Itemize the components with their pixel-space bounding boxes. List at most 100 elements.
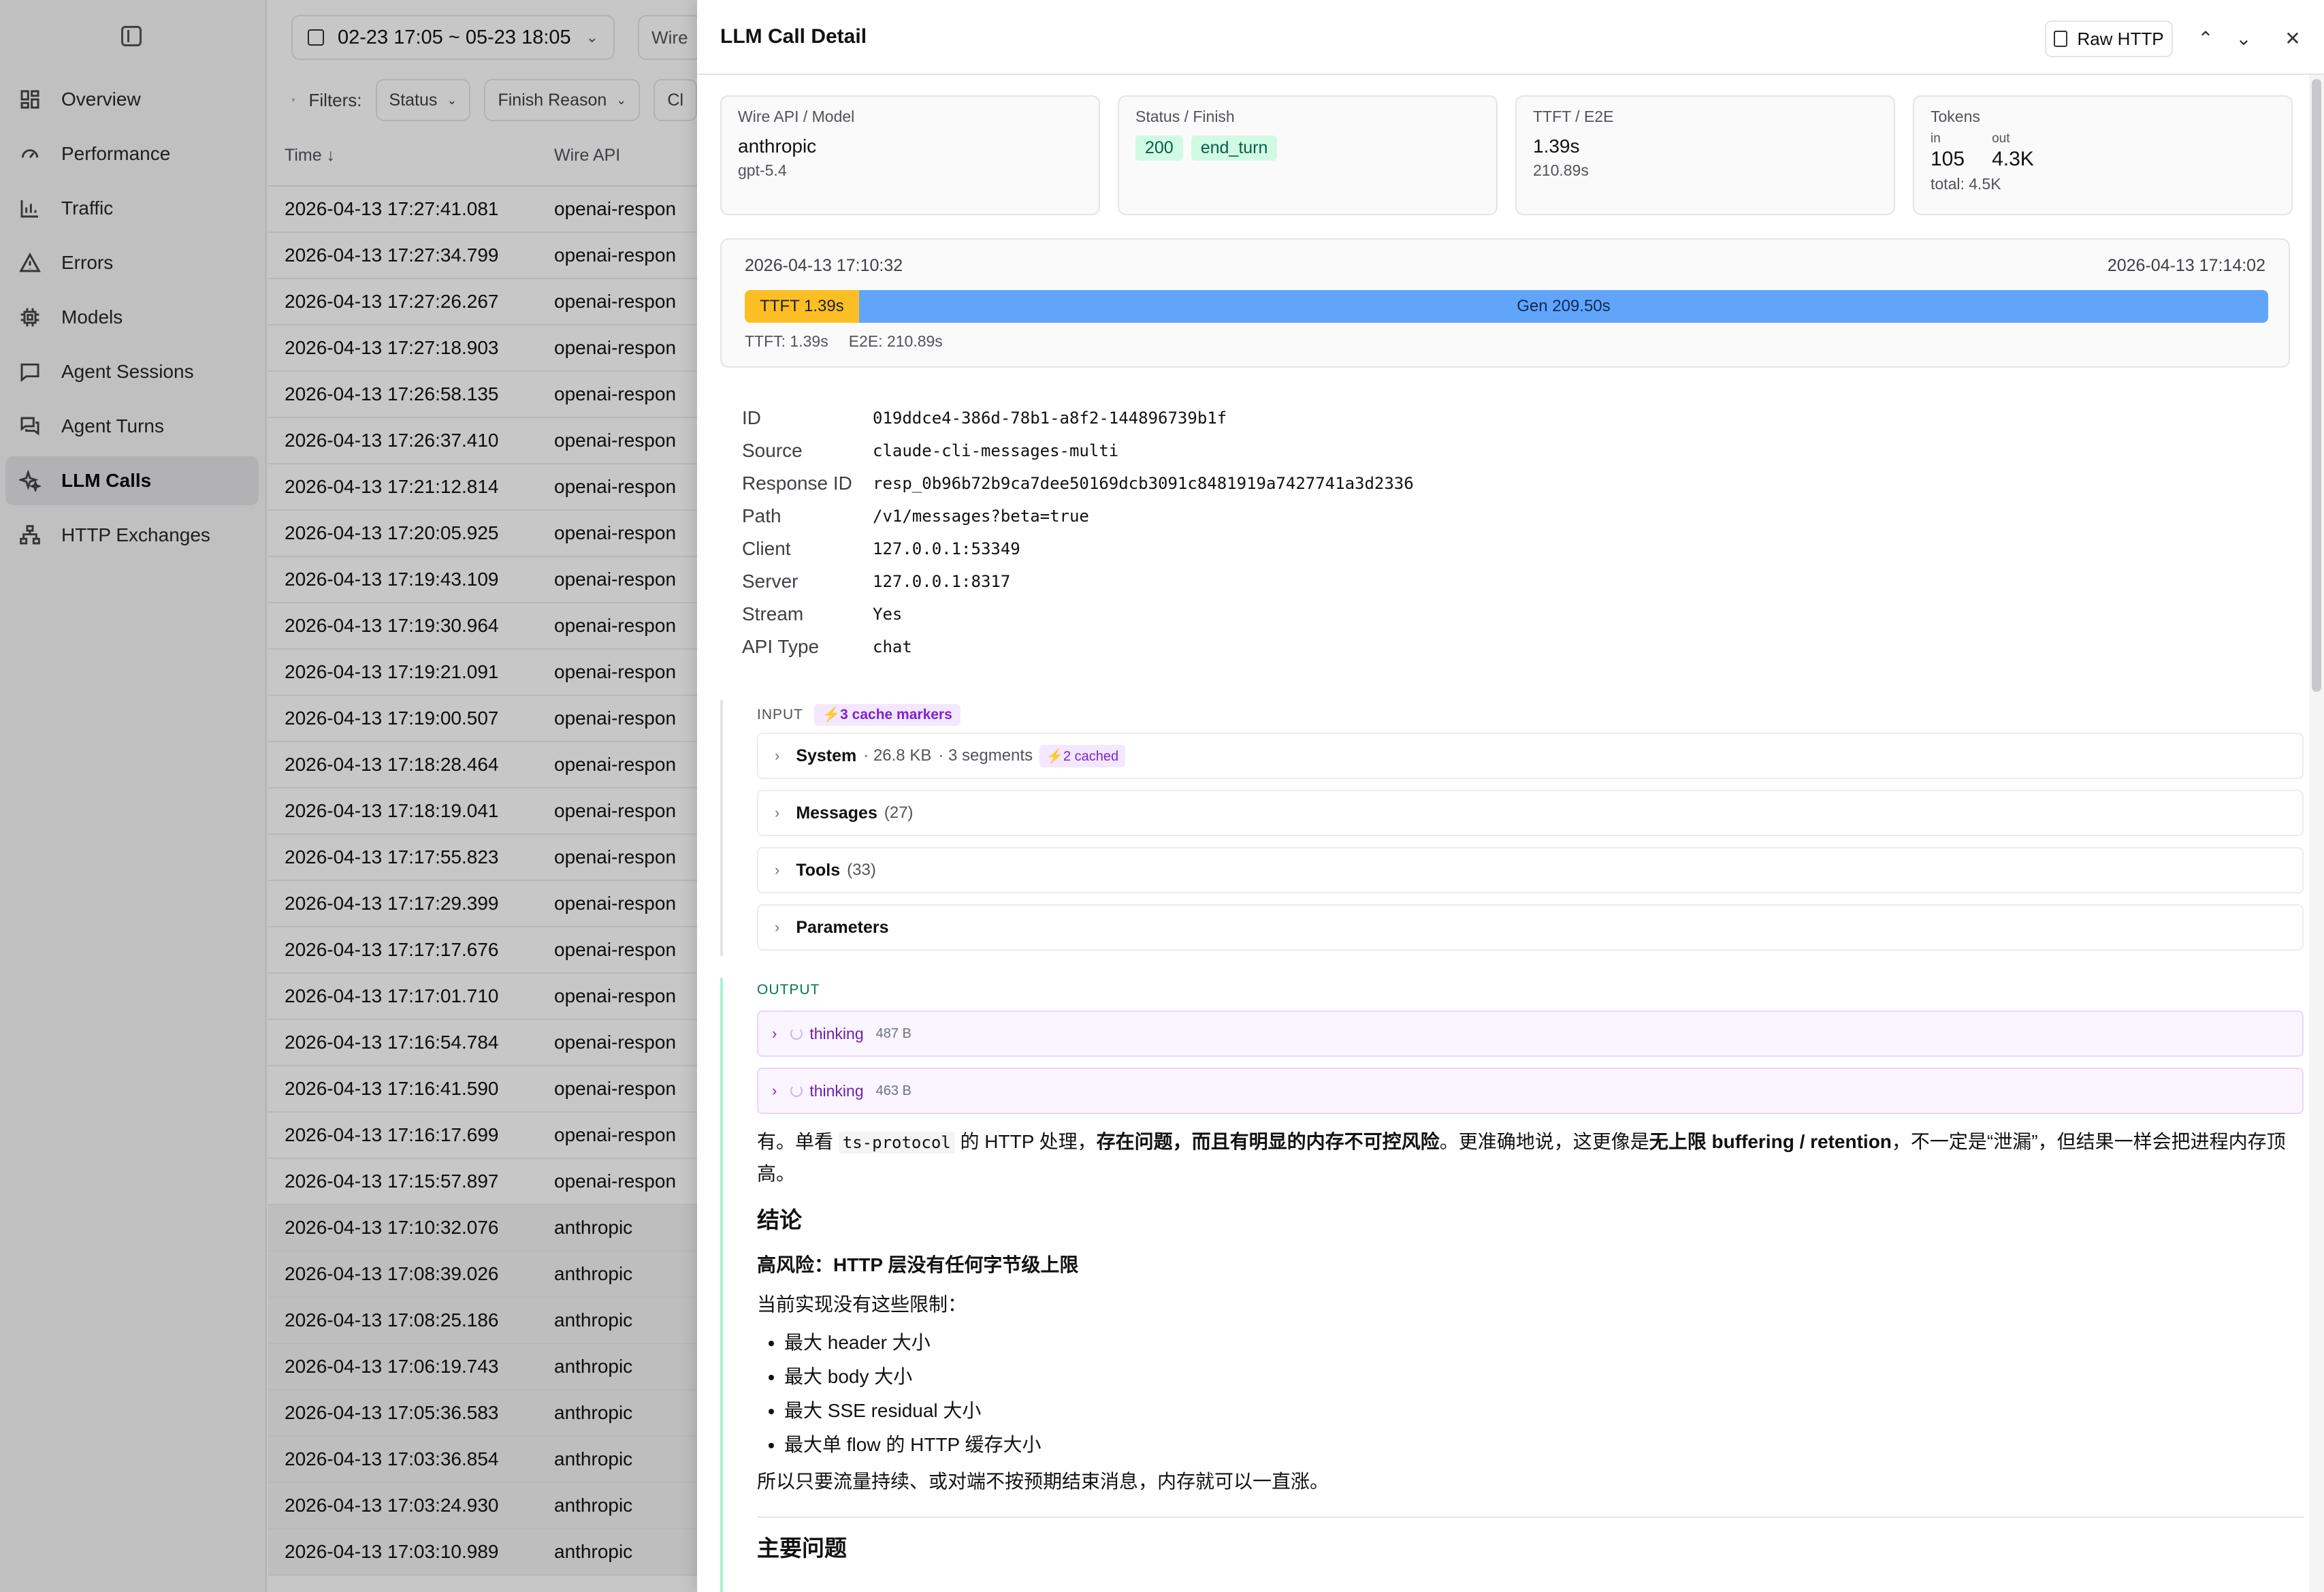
- status-code-badge: 200: [1135, 136, 1183, 161]
- table-row[interactable]: 2026-04-13 17:19:00.507 openai-respon: [268, 696, 697, 742]
- table-row[interactable]: 2026-04-13 17:19:30.964 openai-respon: [268, 603, 697, 650]
- table-row[interactable]: 2026-04-13 17:17:55.823 openai-respon: [268, 835, 697, 881]
- chevron-down-icon[interactable]: ⌄: [2229, 23, 2259, 53]
- table-row[interactable]: 2026-04-13 17:17:29.399 openai-respon: [268, 881, 697, 927]
- property-value[interactable]: 019ddce4-386d-78b1-a8f2-144896739b1f: [873, 409, 1227, 428]
- property-value[interactable]: claude-cli-messages-multi: [873, 441, 1118, 460]
- parameters-accordion[interactable]: › Parameters: [757, 904, 2304, 951]
- property-value[interactable]: chat: [873, 637, 912, 656]
- tools-count: (33): [847, 861, 876, 879]
- card-status-finish: Status / Finish 200 end_turn: [1118, 95, 1498, 215]
- cell-time: 2026-04-13 17:19:00.507: [285, 707, 499, 729]
- sidebar-collapse-icon[interactable]: [121, 26, 142, 46]
- table-row[interactable]: 2026-04-13 17:05:36.583 anthropic: [268, 1390, 697, 1437]
- llm-calls-list: 02-23 17:05 ~ 05-23 18:05 ⌄ Wire Filters…: [268, 0, 697, 1592]
- ttft-value: 1.39s: [1533, 136, 1580, 157]
- property-value[interactable]: 127.0.0.1:53349: [873, 539, 1020, 558]
- table-row[interactable]: 2026-04-13 17:06:19.743 anthropic: [268, 1344, 697, 1390]
- cell-wire-api: openai-respon: [554, 383, 677, 404]
- messages-count: (27): [884, 803, 914, 822]
- cell-time: 2026-04-13 17:03:24.930: [285, 1495, 499, 1516]
- table-row[interactable]: 2026-04-13 17:27:41.081 openai-respon: [268, 187, 697, 233]
- property-value[interactable]: /v1/messages?beta=true: [873, 507, 1089, 526]
- panel-title: LLM Call Detail: [720, 25, 867, 48]
- close-icon[interactable]: ✕: [2278, 23, 2308, 53]
- thinking-icon: [790, 1085, 803, 1097]
- cell-time: 2026-04-13 17:21:12.814: [285, 476, 499, 497]
- table-row[interactable]: 2026-04-13 17:27:34.799 openai-respon: [268, 233, 697, 279]
- cell-wire-api: anthropic: [554, 1309, 633, 1331]
- tools-accordion[interactable]: › Tools (33): [757, 847, 2304, 893]
- cell-wire-api: openai-respon: [554, 569, 677, 590]
- sidebar-item-llm-calls[interactable]: LLM Calls: [5, 456, 259, 505]
- sidebar-item-agent-sessions[interactable]: Agent Sessions: [5, 347, 259, 396]
- column-header-wire-api[interactable]: Wire API: [554, 146, 620, 165]
- sidebar-item-label: Overview: [61, 89, 141, 110]
- wire-api-select-label: Wire: [651, 27, 688, 48]
- cell-wire-api: openai-respon: [554, 615, 677, 636]
- sidebar-item-http-exchanges[interactable]: HTTP Exchanges: [5, 511, 259, 560]
- table-row[interactable]: 2026-04-13 17:27:26.267 openai-respon: [268, 279, 697, 325]
- raw-http-button[interactable]: Raw HTTP: [2045, 20, 2173, 57]
- chevron-up-icon[interactable]: ⌃: [2191, 23, 2221, 53]
- cell-wire-api: anthropic: [554, 1541, 633, 1562]
- table-row[interactable]: 2026-04-13 17:03:24.930 anthropic: [268, 1483, 697, 1529]
- thinking-size: 463 B: [875, 1083, 911, 1098]
- sidebar-item-overview[interactable]: Overview: [5, 75, 259, 124]
- property-value[interactable]: 127.0.0.1:8317: [873, 572, 1010, 591]
- cell-wire-api: openai-respon: [554, 1171, 677, 1192]
- filter-status[interactable]: Status ⌄: [375, 79, 471, 121]
- table-row[interactable]: 2026-04-13 17:17:01.710 openai-respon: [268, 974, 697, 1020]
- sidebar-item-performance[interactable]: Performance: [5, 129, 259, 178]
- chevron-down-icon: ⌄: [447, 93, 457, 107]
- property-row: Stream Yes: [742, 598, 1414, 631]
- cell-wire-api: openai-respon: [554, 893, 677, 914]
- table-row[interactable]: 2026-04-13 17:26:37.410 openai-respon: [268, 418, 697, 464]
- heading-issues: 主要问题: [757, 1535, 847, 1561]
- table-row[interactable]: 2026-04-13 17:21:12.814 openai-respon: [268, 464, 697, 511]
- table-row[interactable]: 2026-04-13 17:20:05.925 openai-respon: [268, 511, 697, 557]
- chats-icon: [18, 414, 42, 439]
- table-row[interactable]: 2026-04-13 17:08:25.186 anthropic: [268, 1298, 697, 1344]
- chevron-right-icon: ›: [772, 1025, 777, 1042]
- timeline-gen-segment: Gen 209.50s: [858, 290, 2268, 323]
- table-row[interactable]: 2026-04-13 17:19:21.091 openai-respon: [268, 650, 697, 696]
- table-row[interactable]: 2026-04-13 17:26:58.135 openai-respon: [268, 372, 697, 418]
- cell-time: 2026-04-13 17:16:41.590: [285, 1078, 499, 1099]
- property-value[interactable]: resp_0b96b72b9ca7dee50169dcb3091c8481919…: [873, 474, 1414, 493]
- sidebar-item-models[interactable]: Models: [5, 293, 259, 342]
- filter-more[interactable]: Cl: [653, 79, 697, 121]
- messages-accordion[interactable]: › Messages (27): [757, 790, 2304, 836]
- table-row[interactable]: 2026-04-13 17:17:17.676 openai-respon: [268, 927, 697, 974]
- column-header-time[interactable]: Time ↓: [268, 146, 554, 165]
- property-value[interactable]: Yes: [873, 605, 902, 624]
- table-row[interactable]: 2026-04-13 17:03:36.854 anthropic: [268, 1437, 697, 1483]
- table-row[interactable]: 2026-04-13 17:16:41.590 openai-respon: [268, 1066, 697, 1113]
- thinking-block[interactable]: › thinking 463 B: [757, 1068, 2304, 1114]
- panel-scrollbar[interactable]: [2309, 75, 2324, 1592]
- table-row[interactable]: 2026-04-13 17:19:43.109 openai-respon: [268, 557, 697, 603]
- table-row[interactable]: 2026-04-13 17:08:39.026 anthropic: [268, 1252, 697, 1298]
- table-row[interactable]: 2026-04-13 17:16:54.784 openai-respon: [268, 1020, 697, 1066]
- filter-finish-reason[interactable]: Finish Reason ⌄: [484, 79, 641, 121]
- table-row[interactable]: 2026-04-13 17:10:32.076 anthropic: [268, 1205, 697, 1252]
- system-accordion[interactable]: › System · 26.8 KB · 3 segments ⚡2 cache…: [757, 733, 2304, 779]
- table-row[interactable]: 2026-04-13 17:03:10.989 anthropic: [268, 1529, 697, 1576]
- sidebar-item-traffic[interactable]: Traffic: [5, 184, 259, 233]
- cell-wire-api: anthropic: [554, 1263, 633, 1284]
- date-range-picker[interactable]: 02-23 17:05 ~ 05-23 18:05 ⌄: [291, 15, 615, 60]
- thinking-block[interactable]: › thinking 487 B: [757, 1010, 2304, 1057]
- table-row[interactable]: 2026-04-13 17:15:57.897 openai-respon: [268, 1159, 697, 1205]
- table-row[interactable]: 2026-04-13 17:18:28.464 openai-respon: [268, 742, 697, 789]
- cell-wire-api: openai-respon: [554, 939, 677, 960]
- cell-time: 2026-04-13 17:06:19.743: [285, 1356, 499, 1377]
- wire-api-select[interactable]: Wire: [638, 15, 697, 60]
- sidebar-item-errors[interactable]: Errors: [5, 238, 259, 287]
- sidebar-item-agent-turns[interactable]: Agent Turns: [5, 402, 259, 451]
- table-row[interactable]: 2026-04-13 17:18:19.041 openai-respon: [268, 789, 697, 835]
- table-row[interactable]: 2026-04-13 17:27:18.903 openai-respon: [268, 325, 697, 372]
- wire-api-value: anthropic: [738, 136, 817, 157]
- table-row[interactable]: 2026-04-13 17:16:17.699 openai-respon: [268, 1113, 697, 1159]
- scrollbar-thumb[interactable]: [2312, 79, 2321, 692]
- cell-time: 2026-04-13 17:19:30.964: [285, 615, 499, 636]
